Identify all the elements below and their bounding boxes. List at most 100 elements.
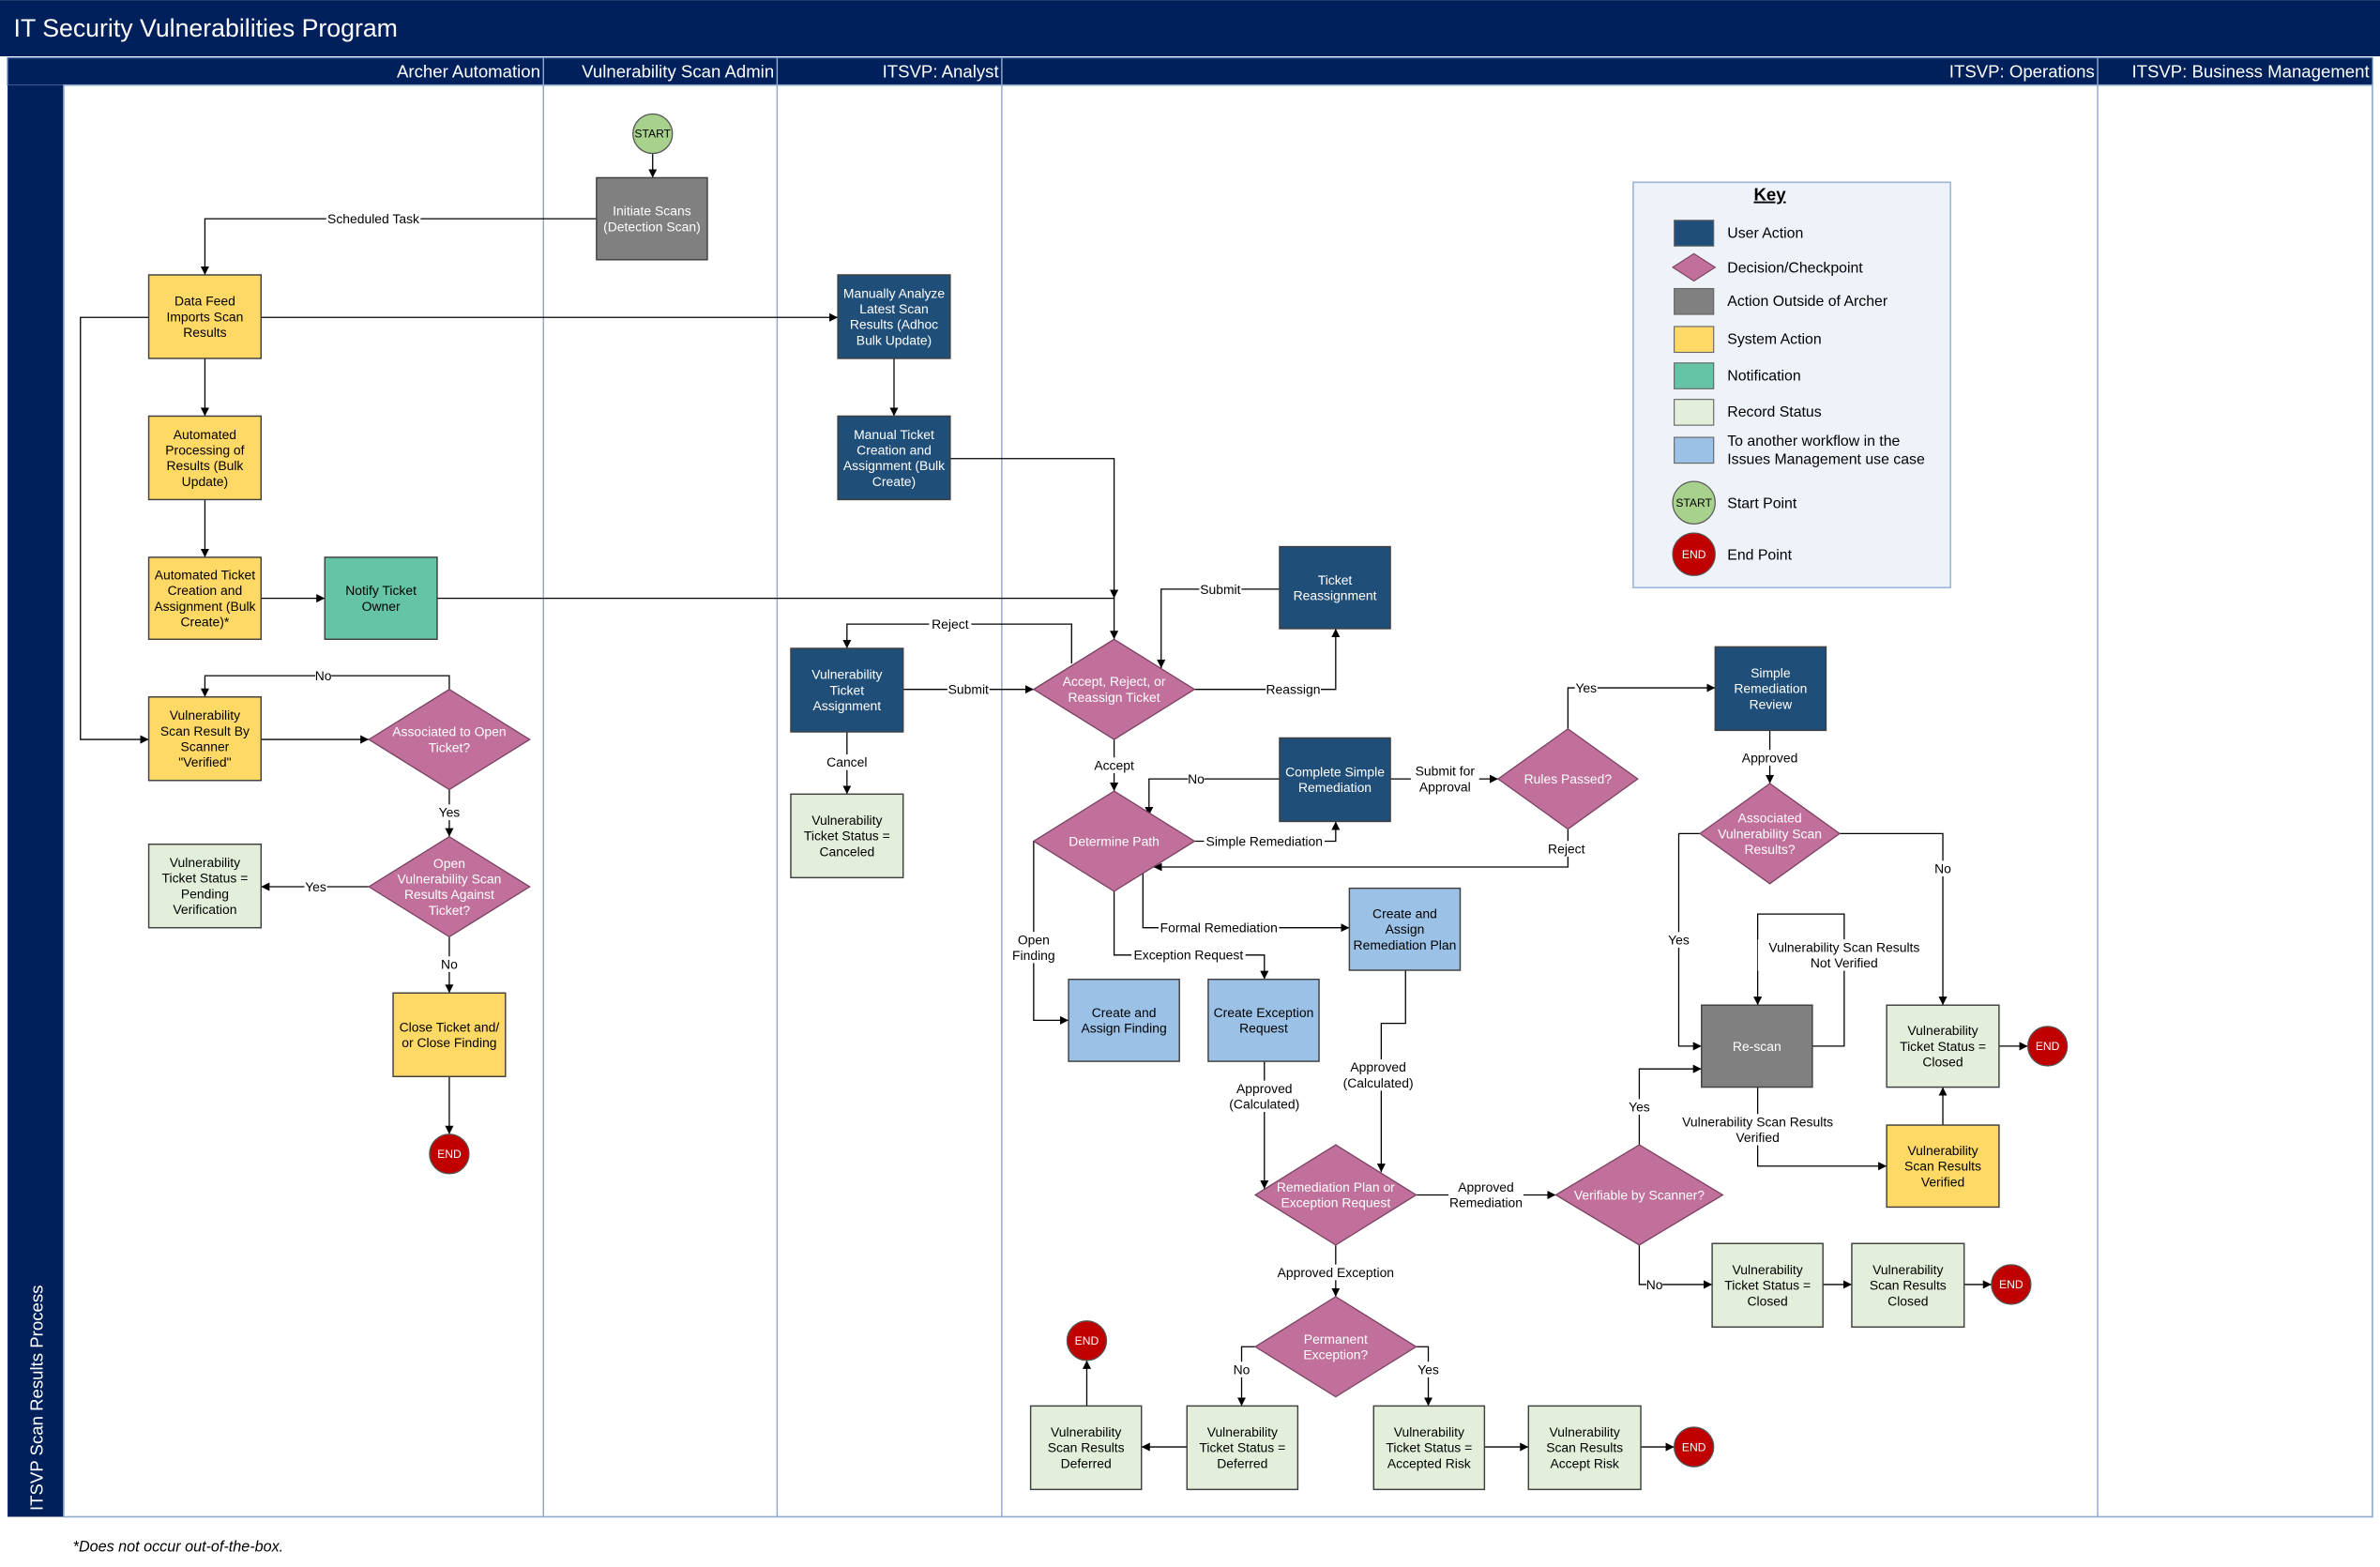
node-label: Initiate Scans (Detection Scan) bbox=[603, 204, 701, 235]
node-label: START bbox=[634, 128, 671, 141]
connector-label: Approved Remediation bbox=[1449, 1179, 1523, 1210]
swimlane-diagram: IT Security Vulnerabilities Program ITSV… bbox=[0, 0, 2380, 1556]
color-swatch-icon bbox=[1674, 326, 1715, 354]
connector-manual_ticket-to-dec_accept bbox=[949, 458, 1119, 599]
connector-label: No bbox=[1234, 1362, 1251, 1377]
node-end-b[interactable]: END bbox=[1991, 1264, 2032, 1305]
node-label: END bbox=[2036, 1040, 2060, 1053]
node-dec-rules[interactable]: Rules Passed? bbox=[1496, 727, 1639, 830]
node-label: Verifiable by Scanner? bbox=[1574, 1187, 1705, 1202]
node-autoproc[interactable]: Automated Processing of Results (Bulk Updat… bbox=[147, 415, 263, 501]
node-close-ticket[interactable]: Close Ticket and/or Close Finding bbox=[392, 992, 507, 1077]
connector-label: Approved Exception bbox=[1278, 1265, 1394, 1280]
node-create-exception[interactable]: Create Exception Request bbox=[1207, 978, 1320, 1062]
node-dec-plan[interactable]: Remediation Plan or Exception Request bbox=[1253, 1144, 1417, 1246]
connector-datafeed-to-vsr_verified bbox=[80, 316, 149, 744]
connector-label: No bbox=[1934, 860, 1951, 875]
node-vts-closed2[interactable]: Vulnerability Ticket Status = Closed bbox=[1711, 1242, 1824, 1328]
node-vsr-deferred[interactable]: Vulnerability Scan Results Deferred bbox=[1029, 1405, 1143, 1491]
node-notify[interactable]: Notify Ticket Owner bbox=[324, 556, 438, 641]
footnote: *Does not occur out-of-the-box. bbox=[73, 1539, 284, 1556]
legend-title: Key bbox=[1754, 185, 1787, 205]
node-label: END bbox=[437, 1148, 462, 1161]
connector-label: Yes bbox=[1575, 680, 1597, 695]
color-swatch-icon bbox=[1674, 436, 1715, 464]
legend-label: Decision/Checkpoint bbox=[1727, 261, 1863, 277]
node-label: Manually Analyze Latest Scan Results (Adho… bbox=[843, 285, 945, 347]
node-manual-ticket[interactable]: Manual Ticket Creation and Assignment (Bul… bbox=[837, 415, 951, 501]
node-vts-closed1[interactable]: Vulnerability Ticket Status = Closed bbox=[1886, 1004, 2000, 1088]
node-vta[interactable]: Vulnerability Ticket Assignment bbox=[790, 647, 904, 733]
legend-label: End Point bbox=[1727, 547, 1792, 563]
node-vts-deferred[interactable]: Vulnerability Ticket Status = Deferred bbox=[1186, 1405, 1299, 1491]
node-end-a[interactable]: END bbox=[2026, 1026, 2069, 1067]
connector-label: Scheduled Task bbox=[327, 211, 419, 226]
lane-header: ITSVP: Operations bbox=[1949, 62, 2095, 82]
node-simple-review[interactable]: Simple Remediation Review bbox=[1714, 646, 1827, 732]
color-swatch-icon bbox=[1674, 220, 1715, 247]
node-start1[interactable]: START bbox=[632, 113, 674, 155]
node-pending[interactable]: Vulnerability Ticket Status = Pending Verif… bbox=[147, 843, 263, 929]
connector-label: Formal Remediation bbox=[1160, 920, 1278, 936]
connector-label: Simple Remediation bbox=[1206, 833, 1323, 848]
node-label: Vulnerability Scan Results Accept Risk bbox=[1546, 1424, 1623, 1470]
connector-label: Reject bbox=[932, 616, 969, 631]
connector-label: Yes bbox=[1668, 933, 1690, 948]
node-dec-path[interactable]: Determine Path bbox=[1032, 790, 1196, 892]
connector-label: Yes bbox=[439, 805, 461, 820]
node-end1[interactable]: END bbox=[429, 1133, 470, 1175]
node-vsr-closed[interactable]: Vulnerability Scan Results Closed bbox=[1851, 1242, 1965, 1328]
node-dec-accept[interactable]: Accept, Reject, or Reassign Ticket bbox=[1032, 638, 1196, 740]
connector-complete_simple-to-dec_path bbox=[1145, 778, 1280, 815]
node-dec-perm[interactable]: Permanent Exception? bbox=[1253, 1296, 1417, 1398]
node-end-d[interactable]: END bbox=[1066, 1320, 1108, 1362]
color-swatch-icon bbox=[1674, 399, 1715, 426]
node-dec-open-vsr[interactable]: Open Vulnerability Scan Results Against Tic… bbox=[367, 835, 531, 938]
page-title: IT Security Vulnerabilities Program bbox=[14, 14, 398, 42]
color-swatch-icon bbox=[1674, 362, 1715, 389]
node-label: Determine Path bbox=[1069, 833, 1160, 848]
node-label: END bbox=[1075, 1334, 1099, 1347]
connector-label: No bbox=[315, 668, 332, 683]
node-dec-assoc-open[interactable]: Associated to Open Ticket? bbox=[367, 688, 531, 791]
node-canceled[interactable]: Vulnerability Ticket Status = Canceled bbox=[790, 793, 904, 879]
legend-label: Record Status bbox=[1727, 404, 1821, 420]
node-label: Rules Passed? bbox=[1524, 771, 1613, 786]
connector-dec_accept-to-ticket_reassign bbox=[1194, 628, 1341, 691]
node-datafeed[interactable]: Data Feed Imports Scan Results bbox=[147, 274, 263, 359]
legend-label: System Action bbox=[1727, 332, 1821, 348]
connector-label: Exception Request bbox=[1134, 948, 1244, 963]
node-initiate[interactable]: Initiate Scans (Detection Scan) bbox=[596, 176, 708, 261]
connector-label: Reassign bbox=[1266, 682, 1321, 697]
node-create-plan[interactable]: Create and Assign Remediation Plan bbox=[1348, 887, 1462, 971]
node-manual-analyze[interactable]: Manually Analyze Latest Scan Results (Adho… bbox=[837, 274, 951, 359]
lane-area bbox=[63, 84, 2373, 1518]
connector-label: Approved bbox=[1742, 750, 1798, 765]
connector-label: Submit bbox=[1200, 582, 1240, 597]
node-ticket-reassign[interactable]: Ticket Reassignment bbox=[1279, 545, 1391, 630]
node-label: END bbox=[1999, 1278, 2024, 1291]
node-vsr-verified2[interactable]: Vulnerability Scan Results Verified bbox=[1886, 1124, 2000, 1209]
node-vts-accepted[interactable]: Vulnerability Ticket Status = Accepted Ris… bbox=[1372, 1405, 1486, 1491]
connector-label: No bbox=[441, 956, 458, 971]
connector-label: No bbox=[1188, 771, 1205, 786]
legend-label: User Action bbox=[1727, 225, 1803, 241]
legend-label: Action Outside of Archer bbox=[1727, 294, 1888, 310]
node-end-c[interactable]: END bbox=[1673, 1426, 1715, 1468]
node-rescan[interactable]: Re-scan bbox=[1701, 1004, 1813, 1088]
connector-label: Cancel bbox=[826, 754, 867, 769]
node-vsr-verified[interactable]: Vulnerability Scan Result By Scanner "Verif… bbox=[147, 696, 263, 782]
lane-header: Vulnerability Scan Admin bbox=[582, 62, 774, 82]
node-label: Create and Assign Finding bbox=[1082, 1005, 1167, 1036]
node-label: Permanent Exception? bbox=[1303, 1331, 1368, 1362]
node-dec-assoc-vsr[interactable]: Associated Vulnerability Scan Results? bbox=[1699, 783, 1842, 885]
color-swatch-icon bbox=[1674, 287, 1715, 315]
node-label: Complete Simple Remediation bbox=[1285, 764, 1385, 795]
node-complete-simple[interactable]: Complete Simple Remediation bbox=[1279, 737, 1391, 823]
lane-header: ITSVP: Analyst bbox=[883, 62, 1000, 82]
node-autoticket[interactable]: Automated Ticket Creation and Assignment (… bbox=[147, 556, 263, 641]
node-label: END bbox=[1682, 1440, 1706, 1453]
node-vsr-accept[interactable]: Vulnerability Scan Results Accept Risk bbox=[1527, 1405, 1642, 1491]
node-create-finding[interactable]: Create and Assign Finding bbox=[1068, 978, 1180, 1062]
node-dec-verifiable[interactable]: Verifiable by Scanner? bbox=[1554, 1144, 1724, 1246]
